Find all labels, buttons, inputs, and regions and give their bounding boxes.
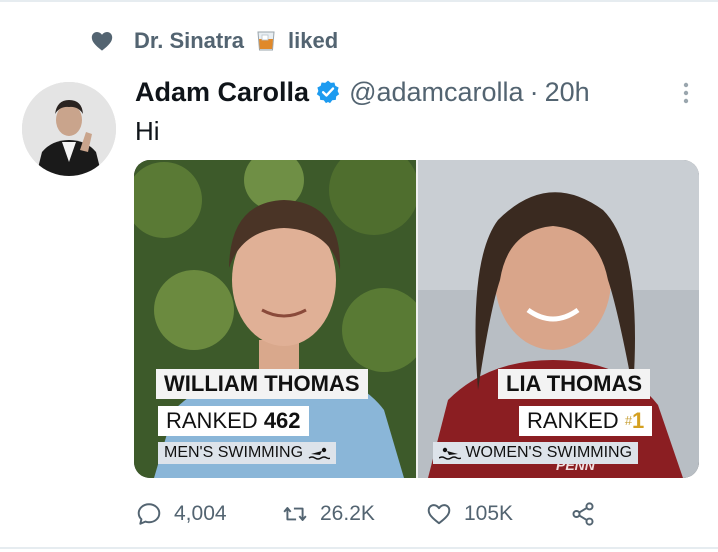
tweet-header: Adam Carolla @adamcarolla · 20h: [135, 72, 590, 112]
liker-name[interactable]: Dr. Sinatra: [134, 28, 244, 54]
verified-badge-icon: [316, 80, 340, 104]
avatar-image: [22, 82, 116, 176]
right-rank-value: 1: [632, 408, 645, 433]
left-sport-label: MEN'S SWIMMING: [164, 444, 304, 461]
swimmer-icon: [438, 447, 462, 460]
user-handle[interactable]: @adamcarolla: [349, 77, 524, 108]
right-athlete-name: LIA THOMAS: [498, 369, 651, 399]
share-button[interactable]: [570, 494, 608, 534]
tweet-media[interactable]: PENN WILLIAM THOMAS RANKED 462 MEN'S SWI…: [134, 160, 699, 478]
retweet-count: 26.2K: [320, 502, 375, 525]
right-rank-hash: #: [624, 413, 633, 428]
tweet-timestamp[interactable]: 20h: [545, 77, 590, 108]
bottom-divider: [0, 547, 718, 549]
top-divider: [0, 0, 718, 2]
right-rank: RANKED #1: [519, 406, 653, 436]
whiskey-glass-icon: [257, 31, 275, 51]
tweet-text: Hi: [135, 116, 160, 146]
reply-count: 4,004: [174, 502, 227, 525]
left-sport: MEN'S SWIMMING: [158, 442, 336, 464]
like-count: 105K: [464, 502, 514, 525]
left-rank-value: 462: [263, 408, 301, 433]
tweet-actions: 4,004 26.2K 105K: [0, 494, 718, 534]
reply-button[interactable]: 4,004: [136, 494, 227, 534]
reply-icon: [137, 503, 161, 525]
separator-dot: ·: [529, 76, 539, 107]
heart-icon: [91, 32, 113, 51]
share-icon: [572, 502, 594, 526]
more-options-icon[interactable]: [676, 80, 696, 106]
liked-label: liked: [288, 28, 339, 53]
retweet-button[interactable]: 26.2K: [282, 494, 375, 534]
left-athlete-name: WILLIAM THOMAS: [156, 369, 368, 399]
retweet-icon: [283, 507, 307, 521]
like-button[interactable]: 105K: [426, 494, 513, 534]
right-rank-label: RANKED: [527, 408, 619, 433]
right-sport-label: WOMEN'S SWIMMING: [465, 444, 633, 461]
left-rank-label: RANKED: [166, 408, 258, 433]
swimmer-icon: [308, 447, 330, 460]
social-context: Dr. Sinatra liked: [90, 26, 338, 56]
heart-outline-icon: [427, 504, 451, 525]
avatar[interactable]: [22, 82, 116, 176]
display-name[interactable]: Adam Carolla: [135, 77, 309, 108]
right-sport: WOMEN'S SWIMMING: [433, 442, 639, 464]
left-rank: RANKED 462: [158, 406, 309, 436]
